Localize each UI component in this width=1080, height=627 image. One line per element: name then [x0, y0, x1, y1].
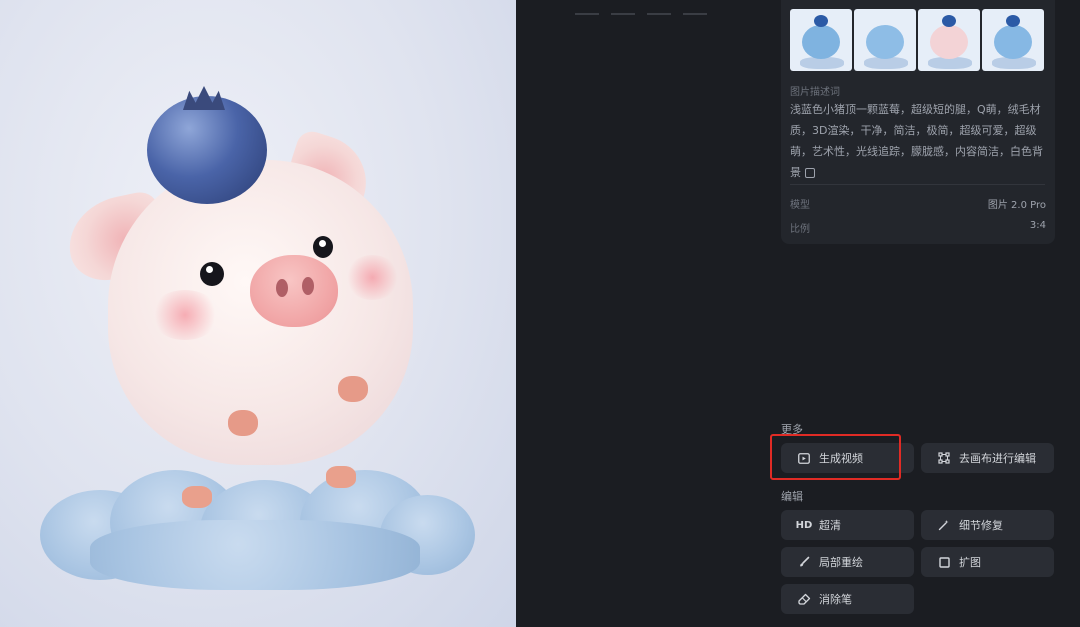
- generated-image-preview[interactable]: [0, 0, 516, 627]
- pig-arm: [228, 410, 258, 436]
- thumbnail[interactable]: [982, 9, 1044, 71]
- inpaint-label: 局部重绘: [819, 556, 863, 569]
- blueberry: [147, 96, 267, 204]
- ratio-label: 比例: [790, 224, 810, 235]
- prompt-text-content: 浅蓝色小猪顶一颗蓝莓，超级短的腿，Q萌，绒毛材质，3D渲染，干净，简洁，极简，超…: [790, 103, 1043, 179]
- divider: [790, 184, 1045, 185]
- pig-foot: [182, 486, 212, 508]
- canvas-icon: [935, 452, 953, 464]
- expand-image-button[interactable]: 扩图: [921, 547, 1054, 577]
- eraser-button[interactable]: 消除笔: [781, 584, 914, 614]
- pig-nostril: [276, 279, 288, 297]
- expand-image-label: 扩图: [959, 556, 981, 569]
- pig-cheek: [345, 255, 400, 300]
- prompt-text: 浅蓝色小猪顶一颗蓝莓，超级短的腿，Q萌，绒毛材质，3D渲染，干净，简洁，极简，超…: [790, 99, 1048, 183]
- thumbnail[interactable]: [918, 9, 980, 71]
- ratio-row: 比例 3:4: [790, 220, 1046, 235]
- hd-upscale-button[interactable]: HD 超清: [781, 510, 914, 540]
- pig-snout: [250, 255, 338, 327]
- ratio-value: 3:4: [1029, 220, 1046, 231]
- eraser-icon: [795, 593, 813, 605]
- thumbnail-strip: [790, 9, 1044, 71]
- detail-fix-label: 细节修复: [959, 519, 1003, 532]
- thumbnail[interactable]: [790, 9, 852, 71]
- image-info-card: 图片描述词 浅蓝色小猪顶一颗蓝莓，超级短的腿，Q萌，绒毛材质，3D渲染，干净，简…: [781, 0, 1055, 244]
- eraser-label: 消除笔: [819, 593, 852, 606]
- inpaint-button[interactable]: 局部重绘: [781, 547, 914, 577]
- pig-arm: [338, 376, 368, 402]
- pig-cheek: [150, 290, 220, 340]
- canvas-edit-label: 去画布进行编辑: [959, 452, 1036, 465]
- edit-section-label: 编辑: [781, 490, 803, 503]
- hd-icon: HD: [795, 519, 813, 531]
- expand-icon: [935, 556, 953, 568]
- model-row: 模型 图片 2.0 Pro: [790, 196, 1046, 211]
- blueberry-crown: [183, 86, 225, 110]
- model-value: 图片 2.0 Pro: [987, 200, 1046, 211]
- pig-eye: [313, 236, 333, 258]
- thumbnail[interactable]: [854, 9, 916, 71]
- pig-eye: [200, 262, 224, 286]
- hd-upscale-label: 超清: [819, 519, 841, 532]
- model-label: 模型: [790, 200, 810, 211]
- cloud-shape: [90, 520, 420, 590]
- prompt-label: 图片描述词: [790, 87, 840, 98]
- highlight-box: [770, 434, 901, 480]
- canvas-edit-button[interactable]: 去画布进行编辑: [921, 443, 1054, 473]
- pig-nostril: [302, 277, 314, 295]
- pig-foot: [326, 466, 356, 488]
- copy-icon[interactable]: [805, 168, 815, 178]
- top-toolbar-remnant: [575, 0, 755, 15]
- brush-icon: [795, 556, 813, 568]
- detail-fix-button[interactable]: 细节修复: [921, 510, 1054, 540]
- magic-wand-icon: [935, 519, 953, 531]
